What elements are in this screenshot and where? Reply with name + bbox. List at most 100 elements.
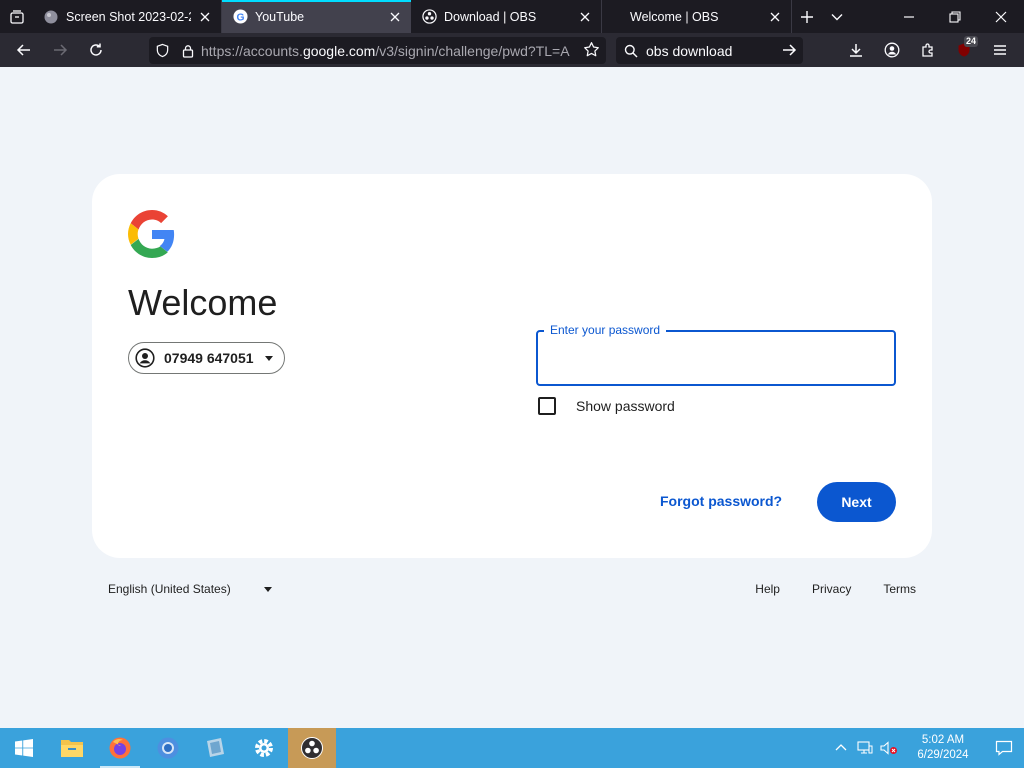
network-tray-button[interactable] (854, 728, 876, 768)
hamburger-menu-icon (994, 45, 1006, 55)
close-tab-icon[interactable] (577, 9, 593, 25)
url-prefix: https://accounts. (201, 42, 303, 59)
chevron-up-icon (835, 744, 847, 751)
password-label: Enter your password (544, 323, 667, 337)
start-button[interactable] (0, 728, 48, 768)
account-circle-icon (135, 348, 155, 368)
arrow-left-icon (16, 44, 30, 56)
clock-time: 5:02 AM (921, 734, 965, 746)
action-center-button[interactable] (984, 728, 1024, 768)
address-bar[interactable]: https://accounts.google.com/v3/signin/ch… (149, 37, 606, 64)
network-icon (857, 741, 873, 754)
url-domain: google.com (302, 42, 376, 59)
tab-list-button[interactable] (0, 0, 33, 33)
password-input[interactable] (538, 332, 894, 384)
language-selector[interactable]: English (United States) (108, 582, 273, 596)
shield-icon[interactable] (149, 43, 175, 58)
firefox-icon (109, 737, 131, 759)
image-tab-icon (43, 9, 59, 25)
app-icon (207, 738, 224, 757)
settings-icon (255, 739, 273, 757)
show-password-checkbox[interactable] (538, 397, 556, 415)
arrow-right-icon (54, 44, 68, 56)
navigation-toolbar: https://accounts.google.com/v3/signin/ch… (0, 33, 1024, 67)
terms-link[interactable]: Terms (883, 582, 916, 596)
chrome-taskbar-button[interactable] (144, 728, 192, 768)
close-tab-icon[interactable] (197, 9, 213, 25)
tab-screenshot[interactable]: Screen Shot 2023-02-22 at (33, 0, 222, 33)
tab-tools (792, 0, 852, 33)
tab-bar: Screen Shot 2023-02-22 at G YouTube Down… (0, 0, 1024, 33)
tab-title: Welcome | OBS (630, 9, 719, 24)
privacy-link[interactable]: Privacy (812, 582, 851, 596)
sign-in-card: Welcome 07949 647051 Enter your password… (92, 174, 932, 558)
forgot-password-link[interactable]: Forgot password? (660, 493, 782, 509)
ublock-extension-button[interactable]: 24 (946, 33, 982, 67)
url-path: /v3/signin/challenge/pwd?TL=A (375, 42, 570, 59)
clock[interactable]: 5:02 AM 6/29/2024 (908, 733, 978, 763)
search-bar[interactable]: obs download (616, 37, 803, 64)
tab-title: Download | OBS (444, 9, 537, 24)
language-label: English (United States) (108, 582, 231, 596)
url-text: https://accounts.google.com/v3/signin/ch… (201, 43, 571, 59)
minimize-button[interactable] (886, 0, 932, 33)
new-tab-button[interactable] (792, 0, 822, 33)
file-explorer-taskbar-button[interactable] (48, 728, 96, 768)
help-link[interactable]: Help (755, 582, 780, 596)
restore-button[interactable] (932, 0, 978, 33)
search-input[interactable]: obs download (646, 43, 732, 59)
reload-icon (90, 43, 102, 56)
menu-button[interactable] (982, 33, 1018, 67)
obs-icon (301, 737, 323, 759)
close-window-button[interactable] (978, 0, 1024, 33)
show-password-option[interactable]: Show password (538, 397, 675, 415)
tab-youtube[interactable]: G YouTube (222, 0, 411, 33)
downloads-button[interactable] (838, 33, 874, 67)
app-taskbar-button[interactable] (192, 728, 240, 768)
close-tab-icon[interactable] (767, 9, 783, 25)
forward-button[interactable] (42, 33, 78, 67)
next-button[interactable]: Next (817, 482, 896, 522)
clock-date: 6/29/2024 (917, 749, 969, 761)
system-tray: 5:02 AM 6/29/2024 (830, 728, 1024, 768)
toolbar-right: 24 (838, 33, 1018, 67)
settings-taskbar-button[interactable] (240, 728, 288, 768)
chevron-down-icon (831, 13, 843, 20)
firefox-taskbar-button[interactable] (96, 728, 144, 768)
back-button[interactable] (6, 33, 42, 67)
show-hidden-icons-button[interactable] (830, 728, 852, 768)
account-chip[interactable]: 07949 647051 (128, 342, 285, 374)
footer-links: Help Privacy Terms (723, 582, 916, 596)
obs-taskbar-button[interactable] (288, 728, 336, 768)
volume-muted-icon (880, 741, 897, 755)
bookmark-star-icon[interactable] (583, 41, 600, 63)
restore-icon (949, 10, 961, 23)
list-all-tabs-button[interactable] (822, 0, 852, 33)
tab-welcome-obs[interactable]: Welcome | OBS (602, 0, 792, 33)
extensions-button[interactable] (910, 33, 946, 67)
file-explorer-icon (61, 740, 83, 757)
extension-badge: 24 (964, 36, 979, 47)
taskbar: 5:02 AM 6/29/2024 (0, 728, 1024, 768)
svg-text:G: G (236, 12, 244, 23)
close-tab-icon[interactable] (387, 9, 403, 25)
caret-down-icon (263, 587, 272, 592)
windows-logo-icon (15, 739, 33, 757)
search-icon (616, 44, 646, 58)
tab-title: Screen Shot 2023-02-22 at (66, 9, 191, 24)
notification-icon (995, 740, 1013, 756)
reload-button[interactable] (78, 33, 114, 67)
minimize-icon (904, 15, 914, 18)
page-title: Welcome (128, 282, 278, 323)
account-button[interactable] (874, 33, 910, 67)
lock-icon[interactable] (175, 44, 201, 58)
password-field[interactable] (536, 330, 896, 386)
tab-title: YouTube (255, 9, 305, 24)
close-icon (995, 11, 1007, 22)
search-go-icon[interactable] (781, 42, 797, 61)
account-icon (884, 42, 900, 58)
tab-download-obs[interactable]: Download | OBS (411, 0, 602, 33)
chrome-icon (157, 737, 179, 759)
caret-down-icon (264, 356, 273, 361)
volume-tray-button[interactable] (878, 728, 900, 768)
